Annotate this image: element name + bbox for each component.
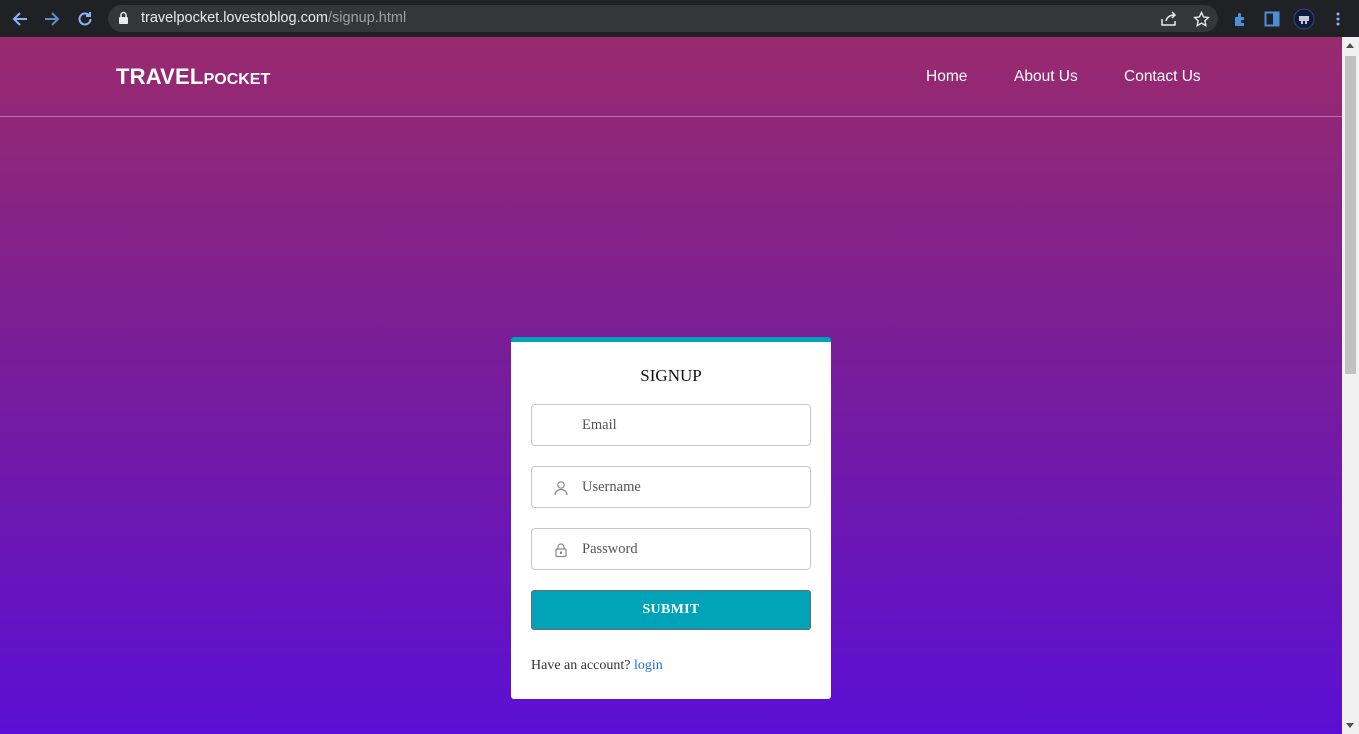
address-bar[interactable]: travelpocket.lovestoblog.com/signup.html (108, 5, 1218, 32)
logo-text-big: TRAVEL (116, 64, 204, 89)
account-prompt-text: Have an account? (531, 658, 631, 673)
site-logo[interactable]: TRAVELPOCKET (116, 64, 270, 90)
scroll-up-icon[interactable] (1346, 43, 1354, 48)
side-panel-icon[interactable] (1261, 8, 1283, 30)
nav-home[interactable]: Home (926, 68, 967, 86)
username-input[interactable] (582, 477, 802, 497)
password-field-wrapper (531, 528, 811, 570)
share-icon[interactable] (1158, 8, 1180, 30)
email-input[interactable] (582, 415, 802, 435)
site-header: TRAVELPOCKET Home About Us Contact Us (0, 37, 1342, 117)
reload-icon[interactable] (74, 8, 96, 30)
extensions-icon[interactable] (1229, 8, 1251, 30)
menu-icon[interactable] (1327, 8, 1349, 30)
back-icon[interactable] (9, 8, 31, 30)
signup-title: SIGNUP (640, 366, 702, 385)
account-prompt-row: Have an account? login (531, 658, 663, 674)
url-host: travelpocket.lovestoblog.com (141, 10, 328, 26)
url-text: travelpocket.lovestoblog.com/signup.html (141, 10, 406, 26)
submit-button[interactable]: SUBMIT (531, 590, 811, 630)
lock-icon (118, 11, 129, 30)
profile-avatar-icon[interactable] (1293, 8, 1315, 30)
nav-about-us[interactable]: About Us (1014, 68, 1078, 86)
scroll-down-icon[interactable] (1346, 723, 1354, 728)
lock-icon (553, 542, 569, 558)
browser-toolbar: travelpocket.lovestoblog.com/signup.html (0, 0, 1359, 37)
forward-icon[interactable] (41, 8, 63, 30)
star-icon[interactable] (1190, 8, 1212, 30)
username-field-wrapper (531, 466, 811, 508)
email-field-wrapper (531, 404, 811, 446)
logo-text-small: POCKET (203, 71, 271, 88)
page-viewport: TRAVELPOCKET Home About Us Contact Us SI… (0, 37, 1342, 734)
nav-contact-us[interactable]: Contact Us (1124, 68, 1201, 86)
user-icon (553, 480, 569, 496)
page-scrollbar[interactable] (1342, 37, 1359, 734)
url-path: /signup.html (328, 10, 407, 26)
password-input[interactable] (582, 539, 802, 559)
scroll-thumb[interactable] (1345, 56, 1356, 374)
login-link[interactable]: login (634, 658, 663, 673)
signup-card: SIGNUP SUBMIT Have an account? login (511, 337, 831, 699)
